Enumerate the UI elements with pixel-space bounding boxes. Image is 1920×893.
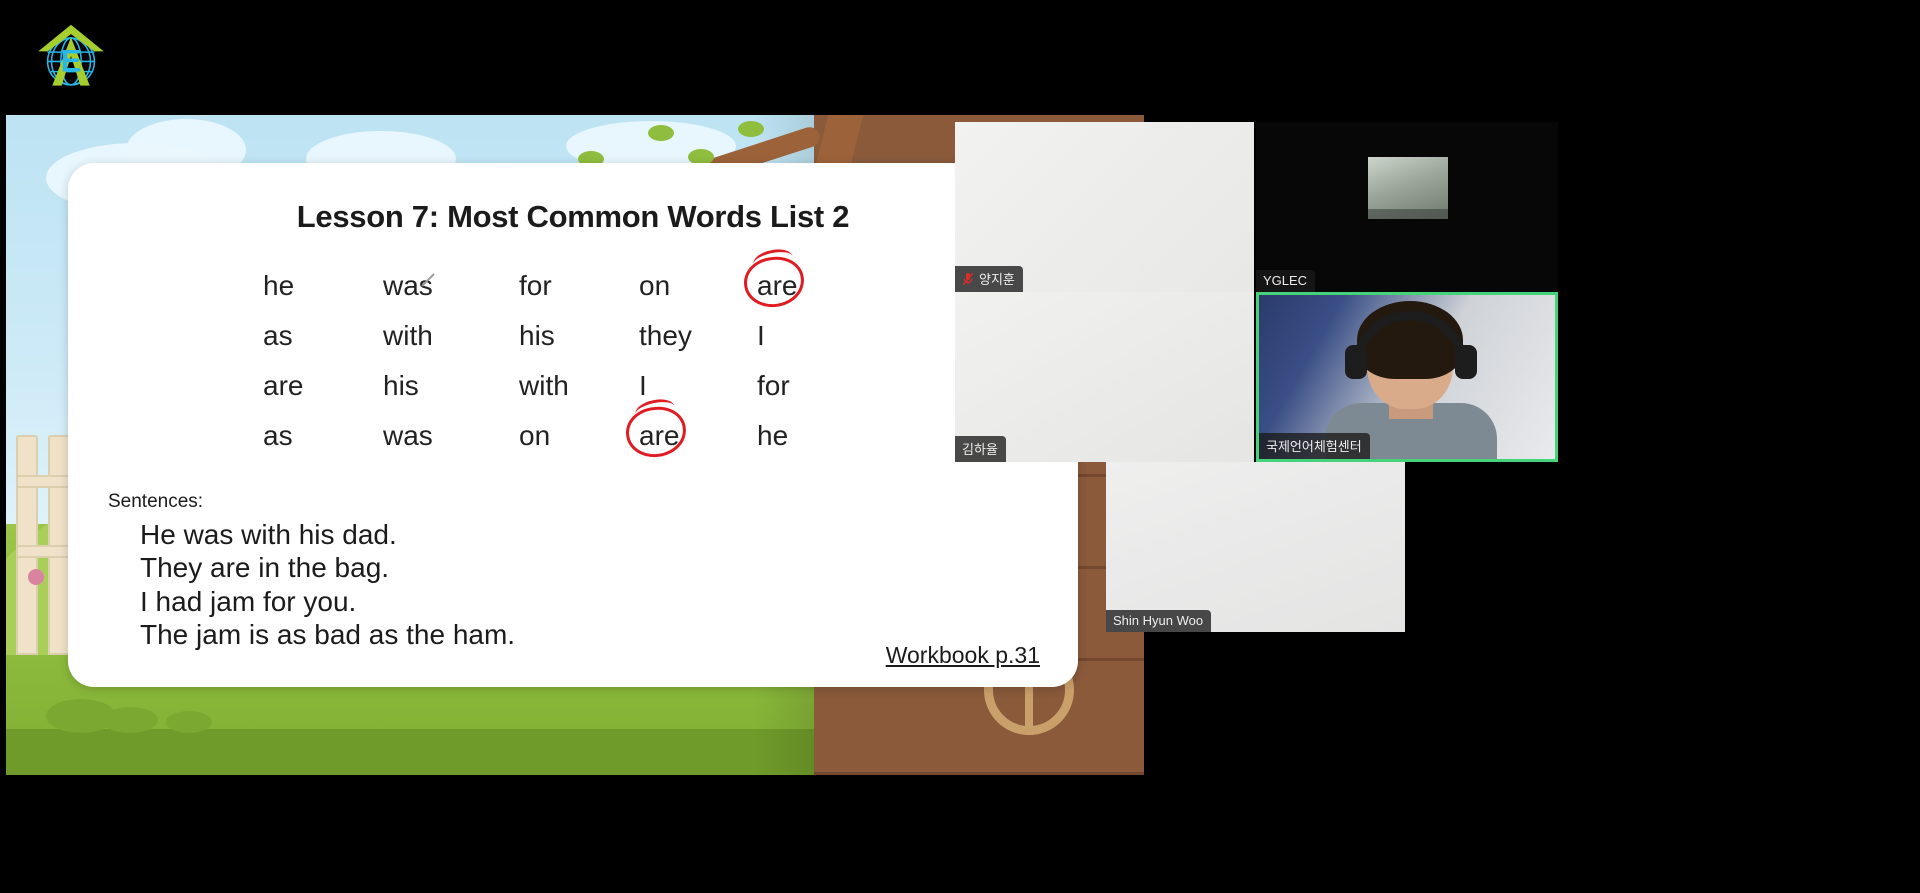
sentence-item: He was with his dad.: [140, 519, 397, 550]
sentence-item: They are in the bag.: [140, 552, 390, 584]
participant-name: 양지훈: [979, 272, 1015, 287]
bush: [102, 707, 158, 733]
page-title: Lesson 7: Most Common Words List 2: [296, 199, 850, 234]
workbook-reference[interactable]: Workbook p.31: [886, 642, 1040, 669]
sentences-list: He was with his dad. They are in the bag…: [140, 519, 1044, 650]
flower: [28, 569, 44, 585]
word-cell[interactable]: I: [639, 370, 757, 402]
video-tile-shinhyunwoo[interactable]: Shin Hyun Woo: [1106, 462, 1405, 632]
word-cell[interactable]: was: [383, 420, 519, 452]
participant-name-tag: 양지훈: [955, 266, 1023, 292]
participant-name-tag: YGLEC: [1256, 270, 1316, 292]
word-cell[interactable]: was: [383, 270, 519, 302]
video-tile-yangjihun[interactable]: 양지훈: [955, 122, 1254, 292]
svg-text:E: E: [61, 44, 82, 79]
word-cell[interactable]: his: [383, 370, 519, 402]
video-feed: [1368, 157, 1448, 219]
participant-name-tag: 김하율: [955, 436, 1006, 462]
participant-name-tag: 국제언어체험센터: [1259, 433, 1370, 459]
word-cell[interactable]: they: [639, 320, 757, 352]
video-tile-yglec[interactable]: YGLEC: [1256, 122, 1558, 292]
participant-name: Shin Hyun Woo: [1113, 613, 1204, 628]
sentence-item: I had jam for you.: [140, 585, 357, 617]
word-cell[interactable]: as: [263, 420, 383, 452]
word-grid: he was for on are as with his they I are…: [263, 261, 883, 461]
word-cell[interactable]: on: [639, 270, 757, 302]
pen-annotation-mark: [422, 285, 438, 301]
word-cell[interactable]: with: [383, 320, 519, 352]
leaf: [738, 121, 764, 137]
mic-muted-icon: [962, 272, 974, 286]
word-cell[interactable]: are: [263, 370, 383, 402]
word-cell[interactable]: I: [757, 320, 867, 352]
word-cell[interactable]: for: [519, 270, 639, 302]
word-row: are his with I for: [263, 361, 883, 411]
word-cell-circled[interactable]: are: [757, 270, 867, 302]
participant-name: 김하율: [962, 442, 998, 457]
word-cell[interactable]: his: [519, 320, 639, 352]
video-feed: [1106, 462, 1405, 632]
word-cell[interactable]: with: [519, 370, 639, 402]
sentences-label: Sentences:: [108, 491, 204, 512]
participant-name: YGLEC: [1263, 273, 1308, 288]
video-tile-kimhayul[interactable]: 김하율: [955, 292, 1254, 462]
video-tile-teacher-active-speaker[interactable]: 국제언어체험센터: [1256, 292, 1558, 462]
word-cell[interactable]: on: [519, 420, 639, 452]
word-cell[interactable]: for: [757, 370, 867, 402]
leaf: [648, 125, 674, 141]
app-root: E Lesson 7: Most Common Words List 2 he …: [0, 0, 1920, 893]
word-cell[interactable]: he: [757, 420, 867, 452]
word-row: as with his they I: [263, 311, 883, 361]
lesson-slide-card: Lesson 7: Most Common Words List 2 he wa…: [68, 163, 1078, 687]
participant-name-tag: Shin Hyun Woo: [1106, 610, 1212, 632]
word-cell[interactable]: as: [263, 320, 383, 352]
word-row: as was on are he: [263, 411, 883, 461]
word-cell-circled[interactable]: are: [639, 420, 757, 452]
bush: [166, 711, 212, 733]
word-cell[interactable]: he: [263, 270, 383, 302]
participant-name: 국제언어체험센터: [1266, 439, 1362, 454]
yglec-logo: E: [32, 17, 110, 95]
word-row: he was for on are: [263, 261, 883, 311]
